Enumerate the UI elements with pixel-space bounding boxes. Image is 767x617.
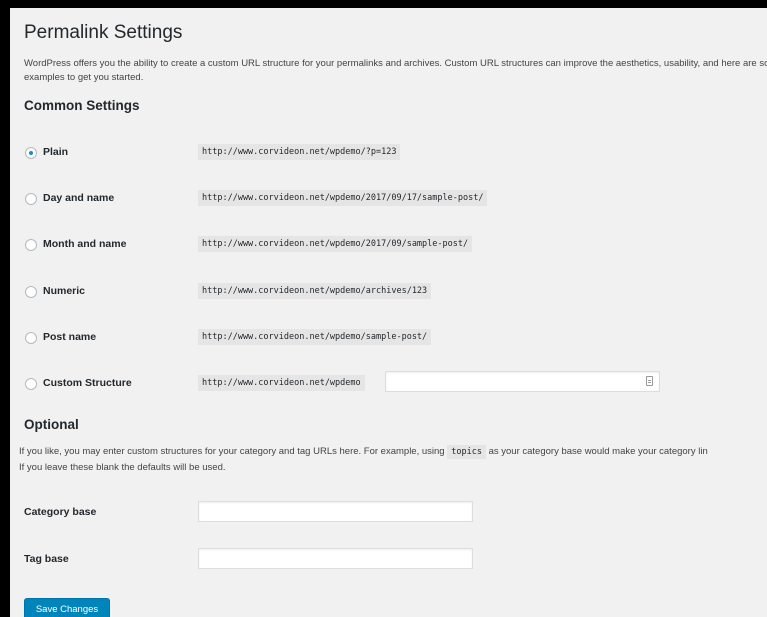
radio-post-name[interactable] [25,332,37,344]
option-label: Numeric [43,285,86,297]
autofill-icon[interactable] [646,376,653,386]
intro-text: WordPress offers you the ability to crea… [24,58,767,83]
window-frame [0,0,767,617]
optional-text-line2: If you leave these blank the defaults wi… [19,462,226,473]
optional-text-before: If you like, you may enter custom struct… [19,446,448,457]
option-plain[interactable]: Plain http://www.corvideon.net/wpdemo/?p… [24,144,764,165]
optional-description: If you like, you may enter custom struct… [19,444,767,476]
option-label: Month and name [43,238,127,250]
common-settings-heading: Common Settings [24,98,140,113]
option-day-and-name[interactable]: Day and name http://www.corvideon.net/wp… [24,190,764,211]
custom-structure-input[interactable] [386,373,644,392]
example-url: http://www.corvideon.net/wpdemo/?p=123 [198,144,401,160]
save-changes-button[interactable]: Save Changes [24,598,110,617]
option-post-name[interactable]: Post name http://www.corvideon.net/wpdem… [24,329,764,350]
radio-day-and-name[interactable] [25,193,37,205]
radio-month-and-name[interactable] [25,239,37,251]
page-title: Permalink Settings [24,22,183,43]
example-code: topics [447,445,486,459]
optional-heading: Optional [24,417,79,432]
option-label: Post name [43,331,97,343]
radio-numeric[interactable] [25,286,37,298]
example-url: http://www.corvideon.net/wpdemo/2017/09/… [198,236,473,252]
option-month-and-name[interactable]: Month and name http://www.corvideon.net/… [24,236,764,257]
radio-custom-structure[interactable] [25,378,37,390]
category-base-label: Category base [24,506,97,518]
custom-structure-prefix: http://www.corvideon.net/wpdemo [198,375,365,391]
option-label: Day and name [43,192,115,204]
category-base-field[interactable] [198,501,473,522]
tag-base-input[interactable] [199,550,472,569]
example-url: http://www.corvideon.net/wpdemo/sample-p… [198,329,432,345]
example-url: http://www.corvideon.net/wpdemo/archives… [198,283,432,299]
tag-base-field[interactable] [198,548,473,569]
option-label: Custom Structure [43,377,132,389]
option-label: Plain [43,146,69,158]
option-numeric[interactable]: Numeric http://www.corvideon.net/wpdemo/… [24,283,764,304]
optional-text-after: as your category base would make your ca… [485,446,708,457]
custom-structure-field[interactable] [385,371,660,392]
category-base-input[interactable] [199,503,472,522]
option-custom-structure[interactable]: Custom Structure http://www.corvideon.ne… [24,371,764,396]
tag-base-label: Tag base [24,553,69,565]
radio-plain[interactable] [25,147,37,159]
example-url: http://www.corvideon.net/wpdemo/2017/09/… [198,190,488,206]
